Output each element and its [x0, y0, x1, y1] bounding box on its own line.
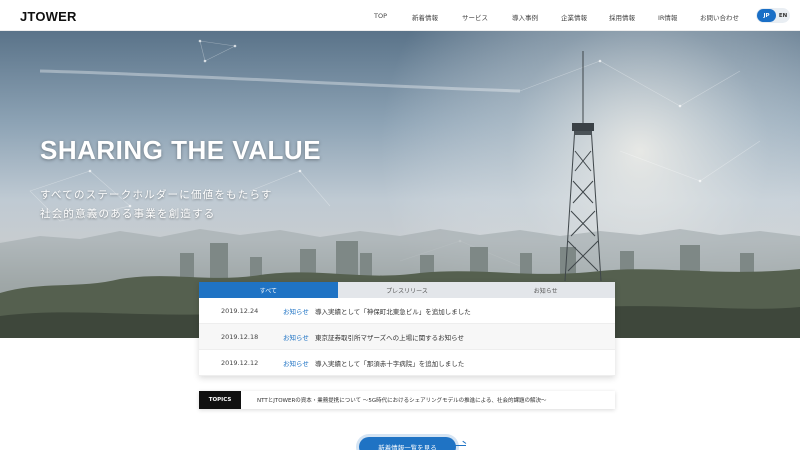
- hero-subtitle-line: 社会的意義のある事業を創造する: [40, 208, 216, 220]
- news-item[interactable]: 2019.12.18 お知らせ 東京証券取引所マザーズへの上場に関するお知らせ: [199, 324, 615, 350]
- nav-service[interactable]: サービス: [462, 12, 488, 22]
- nav-contact[interactable]: お問い合わせ: [700, 12, 739, 22]
- news-tabs: すべて プレスリリース お知らせ: [199, 282, 616, 298]
- tab-press-release[interactable]: プレスリリース: [337, 282, 477, 298]
- news-list: 2019.12.24 お知らせ 導入実績として「神保町北東急ビル」を追加しました…: [199, 298, 615, 376]
- nav-ir[interactable]: IR情報: [658, 12, 677, 22]
- news-category: お知らせ: [283, 333, 309, 342]
- lang-jp-button[interactable]: JP: [757, 9, 776, 22]
- news-item[interactable]: 2019.12.12 お知らせ 導入実績として「那須赤十字病院」を追加しました: [199, 350, 615, 376]
- nav-company[interactable]: 企業情報: [561, 12, 587, 22]
- news-date: 2019.12.18: [221, 332, 259, 341]
- nav-recruit[interactable]: 採用情報: [609, 12, 635, 22]
- news-date: 2019.12.12: [221, 358, 259, 367]
- news-category: お知らせ: [283, 359, 309, 368]
- news-title[interactable]: 東京証券取引所マザーズへの上場に関するお知らせ: [315, 332, 464, 342]
- nav-cases[interactable]: 導入事例: [512, 12, 538, 22]
- site-header: JTOWER TOP 新着情報 サービス 導入事例 企業情報 採用情報 IR情報…: [0, 0, 800, 31]
- arrow-right-icon: [454, 445, 466, 446]
- hero-subtitle-line: すべてのステークホルダーに価値をもたらす: [40, 189, 273, 201]
- news-category: お知らせ: [283, 307, 309, 316]
- hero-subtitle: すべてのステークホルダーに価値をもたらす 社会的意義のある事業を創造する: [40, 186, 273, 224]
- news-title[interactable]: 導入実績として「神保町北東急ビル」を追加しました: [315, 306, 471, 316]
- language-switch: JP EN: [756, 8, 790, 23]
- topics-bar: TOPICS NTTとJTOWERの資本・業務提携について ～5G時代におけるシ…: [199, 391, 615, 409]
- topics-link[interactable]: NTTとJTOWERの資本・業務提携について ～5G時代におけるシェアリングモデ…: [257, 396, 546, 404]
- tab-notice[interactable]: お知らせ: [476, 282, 616, 298]
- nav-news[interactable]: 新着情報: [412, 12, 438, 22]
- news-date: 2019.12.24: [221, 306, 259, 315]
- jtower-logo[interactable]: JTOWER: [20, 9, 77, 24]
- news-panel: すべて プレスリリース お知らせ 2019.12.24 お知らせ 導入実績として…: [199, 282, 616, 376]
- news-item[interactable]: 2019.12.24 お知らせ 導入実績として「神保町北東急ビル」を追加しました: [199, 298, 615, 324]
- news-list-button[interactable]: 新着情報一覧を見る: [359, 437, 456, 450]
- news-title[interactable]: 導入実績として「那須赤十字病院」を追加しました: [315, 358, 464, 368]
- hero-title: SHARING THE VALUE: [40, 135, 322, 165]
- tab-all[interactable]: すべて: [199, 282, 338, 298]
- nav-top[interactable]: TOP: [374, 12, 387, 20]
- lang-en-button[interactable]: EN: [776, 13, 790, 19]
- topics-label: TOPICS: [199, 391, 241, 409]
